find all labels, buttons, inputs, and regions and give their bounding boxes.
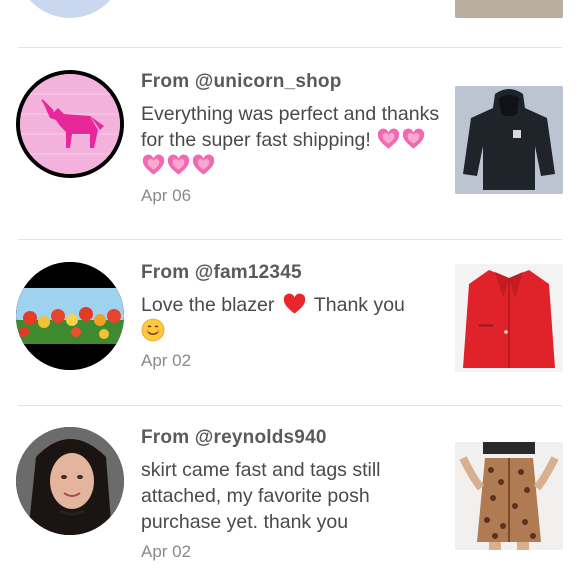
review-feed: From @unicorn_shop Everything was perfec… <box>0 0 580 580</box>
growing-heart-icon <box>378 128 400 149</box>
review-date: Apr 06 <box>141 186 192 205</box>
review-date: Apr 02 <box>141 542 192 561</box>
tulips-photo-icon <box>16 262 124 370</box>
hoodie-image <box>455 86 563 194</box>
divider <box>18 239 562 240</box>
growing-heart-icon <box>142 154 165 175</box>
thumbnail-partial[interactable] <box>455 0 563 18</box>
review-message: Everything was perfect and thanks for th… <box>141 101 441 179</box>
review-text-before: Love the blazer <box>141 294 275 316</box>
review-text-after: Thank you <box>313 294 405 316</box>
divider <box>18 47 562 48</box>
growing-heart-icon <box>192 154 215 175</box>
review-date: Apr 02 <box>141 351 192 370</box>
profile-photo-icon <box>16 427 124 535</box>
growing-heart-icon <box>167 154 190 175</box>
review-message: skirt came fast and tags still attached,… <box>141 459 381 533</box>
avatar[interactable] <box>16 70 124 178</box>
review-message: Love the blazer Thank you <box>141 292 441 345</box>
blazer-image <box>455 264 563 372</box>
smiling-face-icon <box>141 318 165 342</box>
listing-thumbnail[interactable] <box>455 264 563 372</box>
listing-thumbnail[interactable] <box>455 442 563 550</box>
growing-heart-icon <box>403 128 425 149</box>
divider <box>18 405 562 406</box>
red-heart-icon <box>283 293 305 314</box>
review-author[interactable]: From @unicorn_shop <box>141 71 342 93</box>
review-author[interactable]: From @reynolds940 <box>141 427 327 449</box>
review-author[interactable]: From @fam12345 <box>141 262 302 284</box>
avatar[interactable] <box>16 262 124 370</box>
skirt-image <box>455 442 563 550</box>
avatar[interactable] <box>16 427 124 535</box>
avatar-partial[interactable] <box>16 0 124 18</box>
listing-thumbnail[interactable] <box>455 86 563 194</box>
unicorn-icon <box>20 74 120 174</box>
